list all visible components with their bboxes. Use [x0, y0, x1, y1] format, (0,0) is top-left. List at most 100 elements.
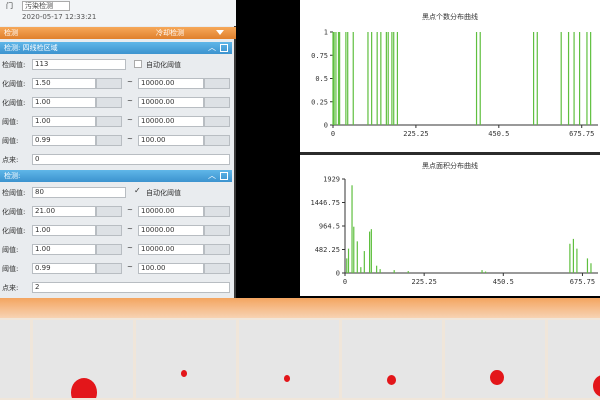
max-field[interactable]: 10000.00 — [138, 116, 204, 127]
min-field[interactable]: 1.00 — [32, 116, 96, 127]
max-stepper[interactable] — [204, 263, 230, 274]
min-field[interactable]: 1.00 — [32, 97, 96, 108]
value-field[interactable]: 2 — [32, 282, 230, 293]
max-field[interactable]: 10000.00 — [138, 244, 204, 255]
value-field[interactable]: 113 — [32, 59, 126, 70]
thumbnail-strip — [0, 298, 600, 400]
y-tick-label: 1446.75 — [310, 199, 340, 207]
param-label: 阈值: — [2, 246, 19, 254]
area-chart-svg: 1929 1446.75 964.5 482.25 00 225.25 450.5 675.7… — [310, 176, 598, 286]
sample-thumbnail[interactable] — [342, 320, 442, 398]
app-screen: 门 污染检测 2020-05-17 12:33:21 检测 冷却检测 检测: 四… — [0, 0, 600, 400]
defect-marker — [181, 370, 187, 377]
timestamp: 2020-05-17 12:33:21 — [22, 13, 97, 21]
max-stepper[interactable] — [204, 135, 230, 146]
min-stepper[interactable] — [96, 116, 122, 127]
min-stepper[interactable] — [96, 244, 122, 255]
min-stepper[interactable] — [96, 263, 122, 274]
chevron-up-icon[interactable]: ︿ — [208, 42, 216, 54]
section-header-1[interactable]: 检测: 四线检区域 ︿ — [0, 42, 232, 54]
sample-thumbnail[interactable] — [136, 320, 236, 398]
min-field[interactable]: 1.00 — [32, 225, 96, 236]
strip-header — [0, 298, 600, 318]
y-tick-label: 0 — [324, 122, 328, 130]
min-field[interactable]: 21.00 — [32, 206, 96, 217]
min-stepper[interactable] — [96, 135, 122, 146]
max-field[interactable]: 100.00 — [138, 135, 204, 146]
defect-marker — [387, 375, 396, 385]
param-row: 点来: 0 — [0, 151, 232, 167]
max-field[interactable]: 10000.00 — [138, 225, 204, 236]
auto-threshold-checkbox[interactable] — [134, 60, 142, 68]
sample-thumbnail[interactable] — [548, 320, 600, 398]
y-tick-label: 482.25 — [315, 246, 340, 254]
x-tick-label: 450.5 — [493, 278, 514, 286]
max-stepper[interactable] — [204, 116, 230, 127]
section-title-1: 检测: 四线检区域 — [4, 44, 58, 52]
min-field[interactable]: 1.00 — [32, 244, 96, 255]
max-stepper[interactable] — [204, 97, 230, 108]
max-stepper[interactable] — [204, 78, 230, 89]
name-field[interactable]: 污染检测 — [22, 1, 70, 11]
param-row: 点来: 2 — [0, 279, 232, 295]
max-field[interactable]: 100.00 — [138, 263, 204, 274]
max-field[interactable]: 10000.00 — [138, 97, 204, 108]
chevron-down-icon[interactable] — [216, 30, 224, 35]
pin-icon[interactable] — [220, 172, 228, 180]
parameter-panel: 门 污染检测 2020-05-17 12:33:21 检测 冷却检测 检测: 四… — [0, 0, 236, 298]
sample-thumbnail[interactable] — [33, 320, 133, 398]
param-label: 点来: — [2, 284, 19, 292]
sample-thumbnail[interactable] — [239, 320, 339, 398]
param-label: 检阈值: — [2, 189, 26, 197]
chart-panel: 黑点个数分布曲线 1 0.75 0.5 0.25 0 0 225.25 450.5 675.75… — [300, 0, 600, 296]
param-row: 化阈值: 1.50 ~10000.00 — [0, 75, 232, 91]
header-fields: 门 污染检测 2020-05-17 12:33:21 — [0, 0, 236, 26]
y-tick-label: 0.75 — [311, 52, 328, 60]
sample-thumbnail[interactable] — [0, 320, 30, 398]
param-label: 化阈值: — [2, 208, 26, 216]
chart-area: 黑点面积分布曲线 1929 1446.75 964.5 482.25 0 0 225.25 4… — [300, 152, 600, 296]
x-tick-label: 450.5 — [488, 130, 509, 138]
mode-right-label: 冷却检测 — [156, 29, 184, 37]
range-separator: ~ — [127, 135, 133, 143]
value-field[interactable]: 0 — [32, 154, 230, 165]
count-chart-svg: 1 0.75 0.5 0.25 00 225.25 450.5 675.75 — [311, 29, 598, 138]
max-field[interactable]: 10000.00 — [138, 78, 204, 89]
x-tick-label: 225.25 — [412, 278, 437, 286]
min-stepper[interactable] — [96, 206, 122, 217]
check-icon[interactable]: ✓ — [134, 186, 141, 195]
param-label: 阈值: — [2, 137, 19, 145]
range-separator: ~ — [127, 116, 133, 124]
min-field[interactable]: 0.99 — [32, 135, 96, 146]
auto-threshold-label: 自动化阈值 — [146, 189, 181, 197]
param-row: 化阈值: 21.00 ~10000.00 — [0, 203, 232, 219]
min-stepper[interactable] — [96, 97, 122, 108]
mode-bar[interactable]: 检测 冷却检测 — [0, 27, 236, 39]
param-label: 点来: — [2, 156, 19, 164]
range-separator: ~ — [127, 244, 133, 252]
param-label: 阈值: — [2, 265, 19, 273]
min-stepper[interactable] — [96, 225, 122, 236]
value-field[interactable]: 80 — [32, 187, 126, 198]
param-row: 检阈值: 80 ✓ 自动化阈值 — [0, 184, 232, 200]
name-label: 门 — [6, 2, 13, 10]
chevron-up-icon[interactable]: ︿ — [208, 170, 216, 182]
param-label: 化阈值: — [2, 80, 26, 88]
max-stepper[interactable] — [204, 225, 230, 236]
min-stepper[interactable] — [96, 78, 122, 89]
param-label: 阈值: — [2, 118, 19, 126]
max-field[interactable]: 10000.00 — [138, 206, 204, 217]
max-stepper[interactable] — [204, 206, 230, 217]
param-row: 阈值: 1.00 ~10000.00 — [0, 113, 232, 129]
max-stepper[interactable] — [204, 244, 230, 255]
min-field[interactable]: 0.99 — [32, 263, 96, 274]
y-tick-label: 1 — [324, 29, 328, 37]
y-tick-label: 1929 — [323, 176, 340, 184]
section-title-2: 检测: — [4, 172, 21, 180]
param-label: 化阈值: — [2, 99, 26, 107]
min-field[interactable]: 1.50 — [32, 78, 96, 89]
sample-thumbnail[interactable] — [445, 320, 545, 398]
defect-marker — [284, 375, 290, 382]
pin-icon[interactable] — [220, 44, 228, 52]
section-header-2[interactable]: 检测: ︿ — [0, 170, 232, 182]
